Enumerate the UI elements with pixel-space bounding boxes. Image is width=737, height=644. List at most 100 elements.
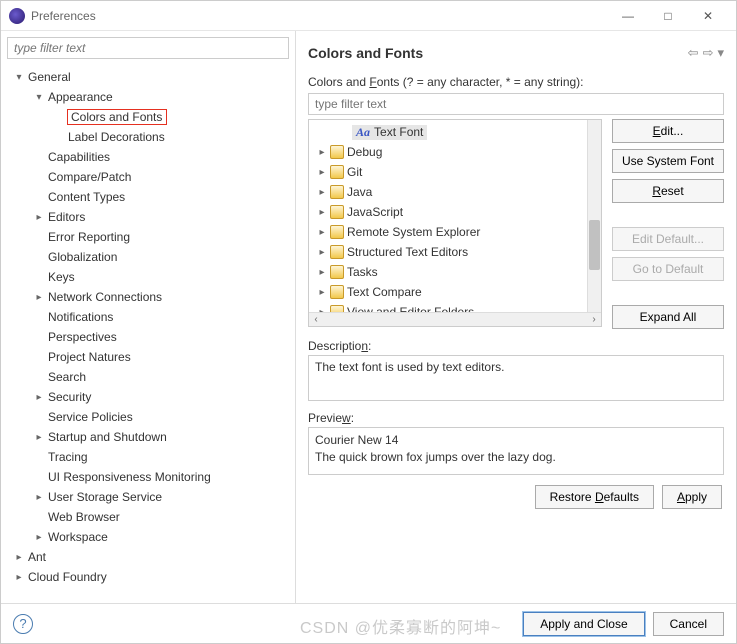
expand-icon[interactable]: ▸ (33, 492, 45, 503)
tree-item-label: Tracing (45, 450, 88, 464)
tree-item-label: Compare/Patch (45, 170, 131, 184)
tree-item[interactable]: ▸Cloud Foundry (5, 567, 295, 587)
expand-icon[interactable]: ▸ (33, 212, 45, 223)
expand-icon[interactable]: ▸ (317, 227, 327, 238)
preview-line-1: Courier New 14 (315, 432, 717, 449)
colors-fonts-filter (308, 93, 724, 115)
expand-icon[interactable]: ▸ (33, 432, 45, 443)
edit-default-button: Edit Default... (612, 227, 724, 251)
folder-icon (330, 205, 344, 219)
tree-item[interactable]: Search (5, 367, 295, 387)
minimize-button[interactable]: — (608, 2, 648, 30)
font-category-label: Debug (347, 145, 382, 159)
fonts-tree[interactable]: AaText Font ▸ Debug ▸Git▸Java▸JavaScript▸Re… (308, 119, 602, 327)
help-icon[interactable]: ? (13, 614, 33, 634)
go-to-default-button: Go to Default (612, 257, 724, 281)
expand-icon[interactable]: ▸ (317, 267, 327, 278)
filter-input[interactable] (7, 37, 289, 59)
scroll-left-icon[interactable]: ‹ (309, 314, 323, 325)
collapse-icon[interactable]: ▾ (33, 92, 45, 103)
expand-icon[interactable]: ▸ (33, 292, 45, 303)
tree-item[interactable]: Content Types (5, 187, 295, 207)
category-tree[interactable]: ▾General▾AppearanceColors and FontsLabel… (1, 65, 295, 603)
apply-and-close-button[interactable]: Apply and Close (523, 612, 644, 636)
tree-item[interactable]: Project Natures (5, 347, 295, 367)
restore-defaults-button[interactable]: Restore Defaults (535, 485, 654, 509)
scrollbar-thumb[interactable] (589, 220, 600, 270)
page-buttons: Restore Defaults Apply (308, 475, 724, 509)
use-system-font-button[interactable]: Use System Font (612, 149, 724, 173)
expand-icon[interactable]: ▸ (33, 392, 45, 403)
reset-button[interactable]: Reset (612, 179, 724, 203)
tree-item[interactable]: Service Policies (5, 407, 295, 427)
tree-item[interactable]: ▸Startup and Shutdown (5, 427, 295, 447)
tree-item[interactable]: Web Browser (5, 507, 295, 527)
horizontal-scrollbar[interactable]: ‹ › (309, 312, 601, 326)
tree-item[interactable]: Keys (5, 267, 295, 287)
preferences-window: Preferences — □ ✕ ▾General▾AppearanceCol… (0, 0, 737, 644)
collapse-icon[interactable]: ▾ (13, 72, 25, 83)
tree-item[interactable]: ▾Appearance (5, 87, 295, 107)
tree-item[interactable]: ▸Editors (5, 207, 295, 227)
tree-item[interactable]: ▸Network Connections (5, 287, 295, 307)
tree-item[interactable]: Label Decorations (5, 127, 295, 147)
back-icon[interactable]: ⇦ (688, 45, 699, 61)
expand-all-button[interactable]: Expand All (612, 305, 724, 329)
titlebar: Preferences — □ ✕ (1, 1, 736, 31)
expand-icon[interactable]: ▸ (317, 247, 327, 258)
expand-icon[interactable]: ▸ (33, 532, 45, 543)
tree-item-label: Colors and Fonts (67, 109, 167, 125)
vertical-scrollbar[interactable] (587, 120, 601, 312)
font-category[interactable]: ▸Remote System Explorer (311, 222, 585, 242)
expand-icon[interactable]: ▸ (317, 167, 327, 178)
expand-icon[interactable]: ▸ (317, 287, 327, 298)
colors-fonts-filter-input[interactable] (308, 93, 724, 115)
close-button[interactable]: ✕ (688, 2, 728, 30)
font-category[interactable]: ▸JavaScript (311, 202, 585, 222)
edit-button[interactable]: Edit... (612, 119, 724, 143)
font-category[interactable]: ▸ Debug (311, 142, 585, 162)
font-category[interactable]: ▸Java (311, 182, 585, 202)
window-title: Preferences (31, 9, 608, 23)
tree-item[interactable]: ▸Ant (5, 547, 295, 567)
fonts-tree-inner[interactable]: AaText Font ▸ Debug ▸Git▸Java▸JavaScript▸Re… (309, 120, 587, 312)
tree-item[interactable]: Tracing (5, 447, 295, 467)
expand-icon[interactable]: ▸ (13, 572, 25, 583)
font-category[interactable]: ▸View and Editor Folders (311, 302, 585, 312)
font-category[interactable]: ▸Text Compare (311, 282, 585, 302)
maximize-button[interactable]: □ (648, 2, 688, 30)
tree-item[interactable]: ▸User Storage Service (5, 487, 295, 507)
tree-item[interactable]: Notifications (5, 307, 295, 327)
tree-item[interactable]: Compare/Patch (5, 167, 295, 187)
scroll-right-icon[interactable]: › (587, 314, 601, 325)
mid-row: AaText Font▸Debug▸Git▸Java▸JavaScript▸Re… (308, 119, 724, 329)
tree-item[interactable]: ▸Workspace (5, 527, 295, 547)
tree-item-label: Error Reporting (45, 230, 130, 244)
tree-item[interactable]: Globalization (5, 247, 295, 267)
tree-item-label: Globalization (45, 250, 117, 264)
menu-icon[interactable]: ▾ (717, 45, 724, 61)
tree-item[interactable]: Colors and Fonts (5, 107, 295, 127)
tree-item-label: General (25, 70, 71, 84)
expand-icon[interactable]: ▸ (317, 207, 327, 218)
tree-item-label: Label Decorations (65, 130, 165, 144)
tree-item[interactable]: ▾General (5, 67, 295, 87)
tree-item[interactable]: Perspectives (5, 327, 295, 347)
font-category[interactable]: ▸Tasks (311, 262, 585, 282)
tree-item[interactable]: ▸Security (5, 387, 295, 407)
forward-icon[interactable]: ⇨ (703, 45, 714, 61)
apply-button[interactable]: Apply (662, 485, 722, 509)
expand-icon[interactable]: ▸ (317, 187, 327, 198)
tree-item[interactable]: UI Responsiveness Monitoring (5, 467, 295, 487)
font-category[interactable]: ▸Structured Text Editors (311, 242, 585, 262)
tree-item[interactable]: Capabilities (5, 147, 295, 167)
tree-item-label: Service Policies (45, 410, 133, 424)
tree-item[interactable]: Error Reporting (5, 227, 295, 247)
expand-icon[interactable]: ▸ (317, 147, 327, 158)
font-category[interactable]: ▸Git (311, 162, 585, 182)
description-box: The text font is used by text editors. (308, 355, 724, 401)
tree-item-label: Startup and Shutdown (45, 430, 167, 444)
cancel-button[interactable]: Cancel (653, 612, 724, 636)
font-item-selected[interactable]: AaText Font (311, 122, 585, 142)
expand-icon[interactable]: ▸ (13, 552, 25, 563)
